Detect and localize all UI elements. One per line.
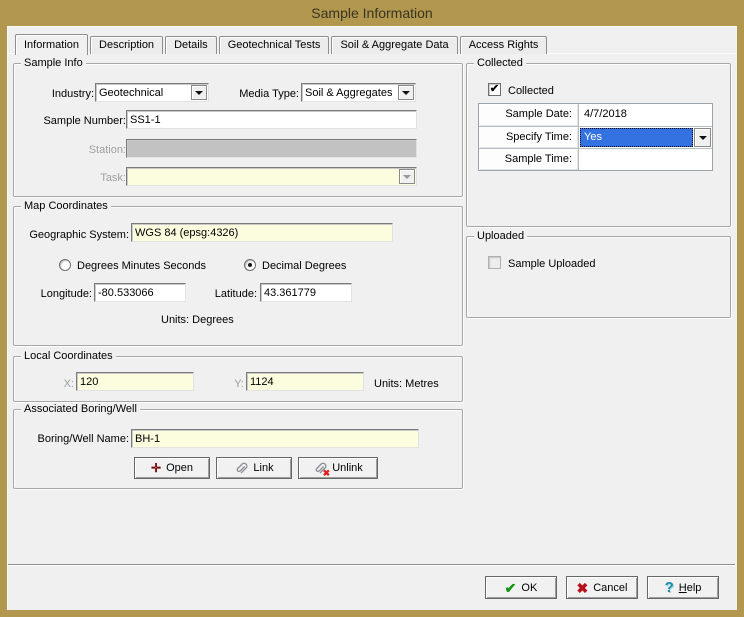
- tab-geotechnical-tests[interactable]: Geotechnical Tests: [219, 36, 330, 54]
- industry-dropdown-arrow-icon[interactable]: [191, 85, 207, 100]
- ok-button[interactable]: ✔ OK: [485, 576, 557, 599]
- help-button[interactable]: ? Help: [647, 576, 719, 599]
- geographic-system-input[interactable]: [131, 223, 393, 242]
- collected-checkbox[interactable]: ✔: [488, 83, 501, 96]
- window-title: Sample Information: [311, 5, 432, 21]
- radio-dd-label[interactable]: Decimal Degrees: [262, 260, 346, 273]
- local-coordinates-group: Local Coordinates X: Y: Units: Metres: [13, 356, 463, 402]
- sample-info-legend: Sample Info: [21, 57, 86, 69]
- open-cross-icon: ✛: [151, 462, 161, 474]
- latitude-input[interactable]: [260, 283, 352, 302]
- uploaded-group: Uploaded Sample Uploaded: [466, 236, 731, 318]
- specify-time-cell: Yes: [579, 127, 712, 148]
- ok-check-icon: ✔: [505, 581, 517, 595]
- tab-access-rights[interactable]: Access Rights: [460, 36, 548, 54]
- specify-time-row: Specify Time: Yes: [479, 126, 712, 148]
- unlink-button-label: Unlink: [332, 462, 363, 474]
- sample-info-group: Sample Info Industry: Geotechnical Media…: [13, 63, 463, 197]
- media-type-dropdown-arrow-icon[interactable]: [398, 85, 414, 100]
- local-units-text: Units: Metres: [374, 378, 439, 391]
- link-button-label: Link: [253, 462, 273, 474]
- longitude-input[interactable]: [94, 283, 186, 302]
- local-coordinates-legend: Local Coordinates: [21, 350, 116, 362]
- collected-grid: Sample Date: 4/7/2018 Specify Time: Yes: [478, 103, 713, 171]
- longitude-label: Longitude:: [24, 288, 92, 301]
- tab-strip: Information Description Details Geotechn…: [15, 33, 549, 54]
- station-input: [126, 139, 417, 158]
- cancel-button-label: Cancel: [593, 582, 627, 594]
- sample-number-label: Sample Number:: [26, 115, 126, 128]
- industry-select[interactable]: Geotechnical: [95, 83, 209, 102]
- specify-time-dropdown-arrow-icon[interactable]: [694, 128, 711, 147]
- tab-soil-aggregate-data[interactable]: Soil & Aggregate Data: [331, 36, 457, 54]
- local-x-input[interactable]: [76, 372, 194, 391]
- tab-information[interactable]: Information: [15, 34, 88, 55]
- media-type-select[interactable]: Soil & Aggregates: [301, 83, 416, 102]
- specify-time-selected-value: Yes: [580, 128, 693, 147]
- task-select: [126, 167, 417, 186]
- ok-button-label: OK: [521, 582, 537, 594]
- tab-details[interactable]: Details: [165, 36, 217, 54]
- paperclip-unlink-icon: ✖: [313, 462, 327, 475]
- specify-time-label: Specify Time:: [479, 127, 579, 148]
- boring-well-name-input[interactable]: [131, 429, 419, 448]
- media-type-label: Media Type:: [224, 88, 299, 101]
- map-coordinates-legend: Map Coordinates: [21, 200, 111, 212]
- local-y-label: Y:: [214, 378, 244, 391]
- associated-boring-legend: Associated Boring/Well: [21, 403, 140, 415]
- sample-uploaded-checkbox-label: Sample Uploaded: [508, 258, 595, 271]
- latitude-label: Latitude:: [204, 288, 257, 301]
- local-y-input[interactable]: [246, 372, 364, 391]
- collected-checkbox-label[interactable]: Collected: [508, 85, 554, 98]
- map-coordinates-group: Map Coordinates Geographic System: Degre…: [13, 206, 463, 346]
- radio-dms-label[interactable]: Degrees Minutes Seconds: [77, 260, 206, 273]
- sample-time-label: Sample Time:: [479, 149, 579, 170]
- cancel-button[interactable]: ✖ Cancel: [566, 576, 638, 599]
- collected-group: Collected ✔ Collected Sample Date: 4/7/2…: [466, 63, 731, 227]
- unlink-x-icon: ✖: [323, 469, 331, 478]
- titlebar: Sample Information: [0, 0, 744, 26]
- local-x-label: X:: [44, 378, 74, 391]
- footer-divider: [8, 564, 735, 566]
- industry-selected-value: Geotechnical: [99, 87, 163, 99]
- tab-page-information: Sample Info Industry: Geotechnical Media…: [8, 53, 736, 564]
- sample-time-row: Sample Time:: [479, 148, 712, 170]
- map-units-text: Units: Degrees: [161, 314, 234, 327]
- help-button-label: Help: [679, 582, 702, 594]
- industry-label: Industry:: [34, 88, 94, 101]
- radio-degrees-minutes-seconds[interactable]: [59, 259, 71, 271]
- specify-time-select[interactable]: Yes: [580, 128, 711, 147]
- media-type-selected-value: Soil & Aggregates: [305, 87, 392, 99]
- open-button[interactable]: ✛ Open: [134, 457, 210, 479]
- open-button-label: Open: [166, 462, 193, 474]
- dialog-client-area: Information Description Details Geotechn…: [7, 26, 737, 610]
- sample-uploaded-checkbox: [488, 256, 501, 269]
- task-dropdown-arrow-icon: [399, 169, 415, 184]
- unlink-button[interactable]: ✖ Unlink: [298, 457, 378, 479]
- associated-boring-group: Associated Boring/Well Boring/Well Name:…: [13, 409, 463, 489]
- task-label: Task:: [56, 172, 126, 185]
- geographic-system-label: Geographic System:: [19, 229, 129, 242]
- radio-decimal-degrees[interactable]: [244, 259, 256, 271]
- collected-legend: Collected: [474, 57, 526, 69]
- sample-date-label: Sample Date:: [479, 104, 579, 126]
- tab-description[interactable]: Description: [90, 36, 163, 54]
- help-question-icon: ?: [665, 581, 674, 595]
- station-label: Station:: [46, 144, 126, 157]
- sample-time-value[interactable]: [579, 149, 712, 170]
- sample-number-input[interactable]: [126, 110, 417, 129]
- sample-date-row: Sample Date: 4/7/2018: [479, 104, 712, 126]
- sample-information-dialog: Sample Information Information Descripti…: [0, 0, 744, 617]
- link-button[interactable]: Link: [216, 457, 292, 479]
- paperclip-icon: [234, 462, 248, 475]
- uploaded-legend: Uploaded: [474, 230, 527, 242]
- boring-well-name-label: Boring/Well Name:: [29, 433, 129, 446]
- cancel-x-icon: ✖: [577, 581, 589, 595]
- sample-date-value[interactable]: 4/7/2018: [579, 104, 712, 126]
